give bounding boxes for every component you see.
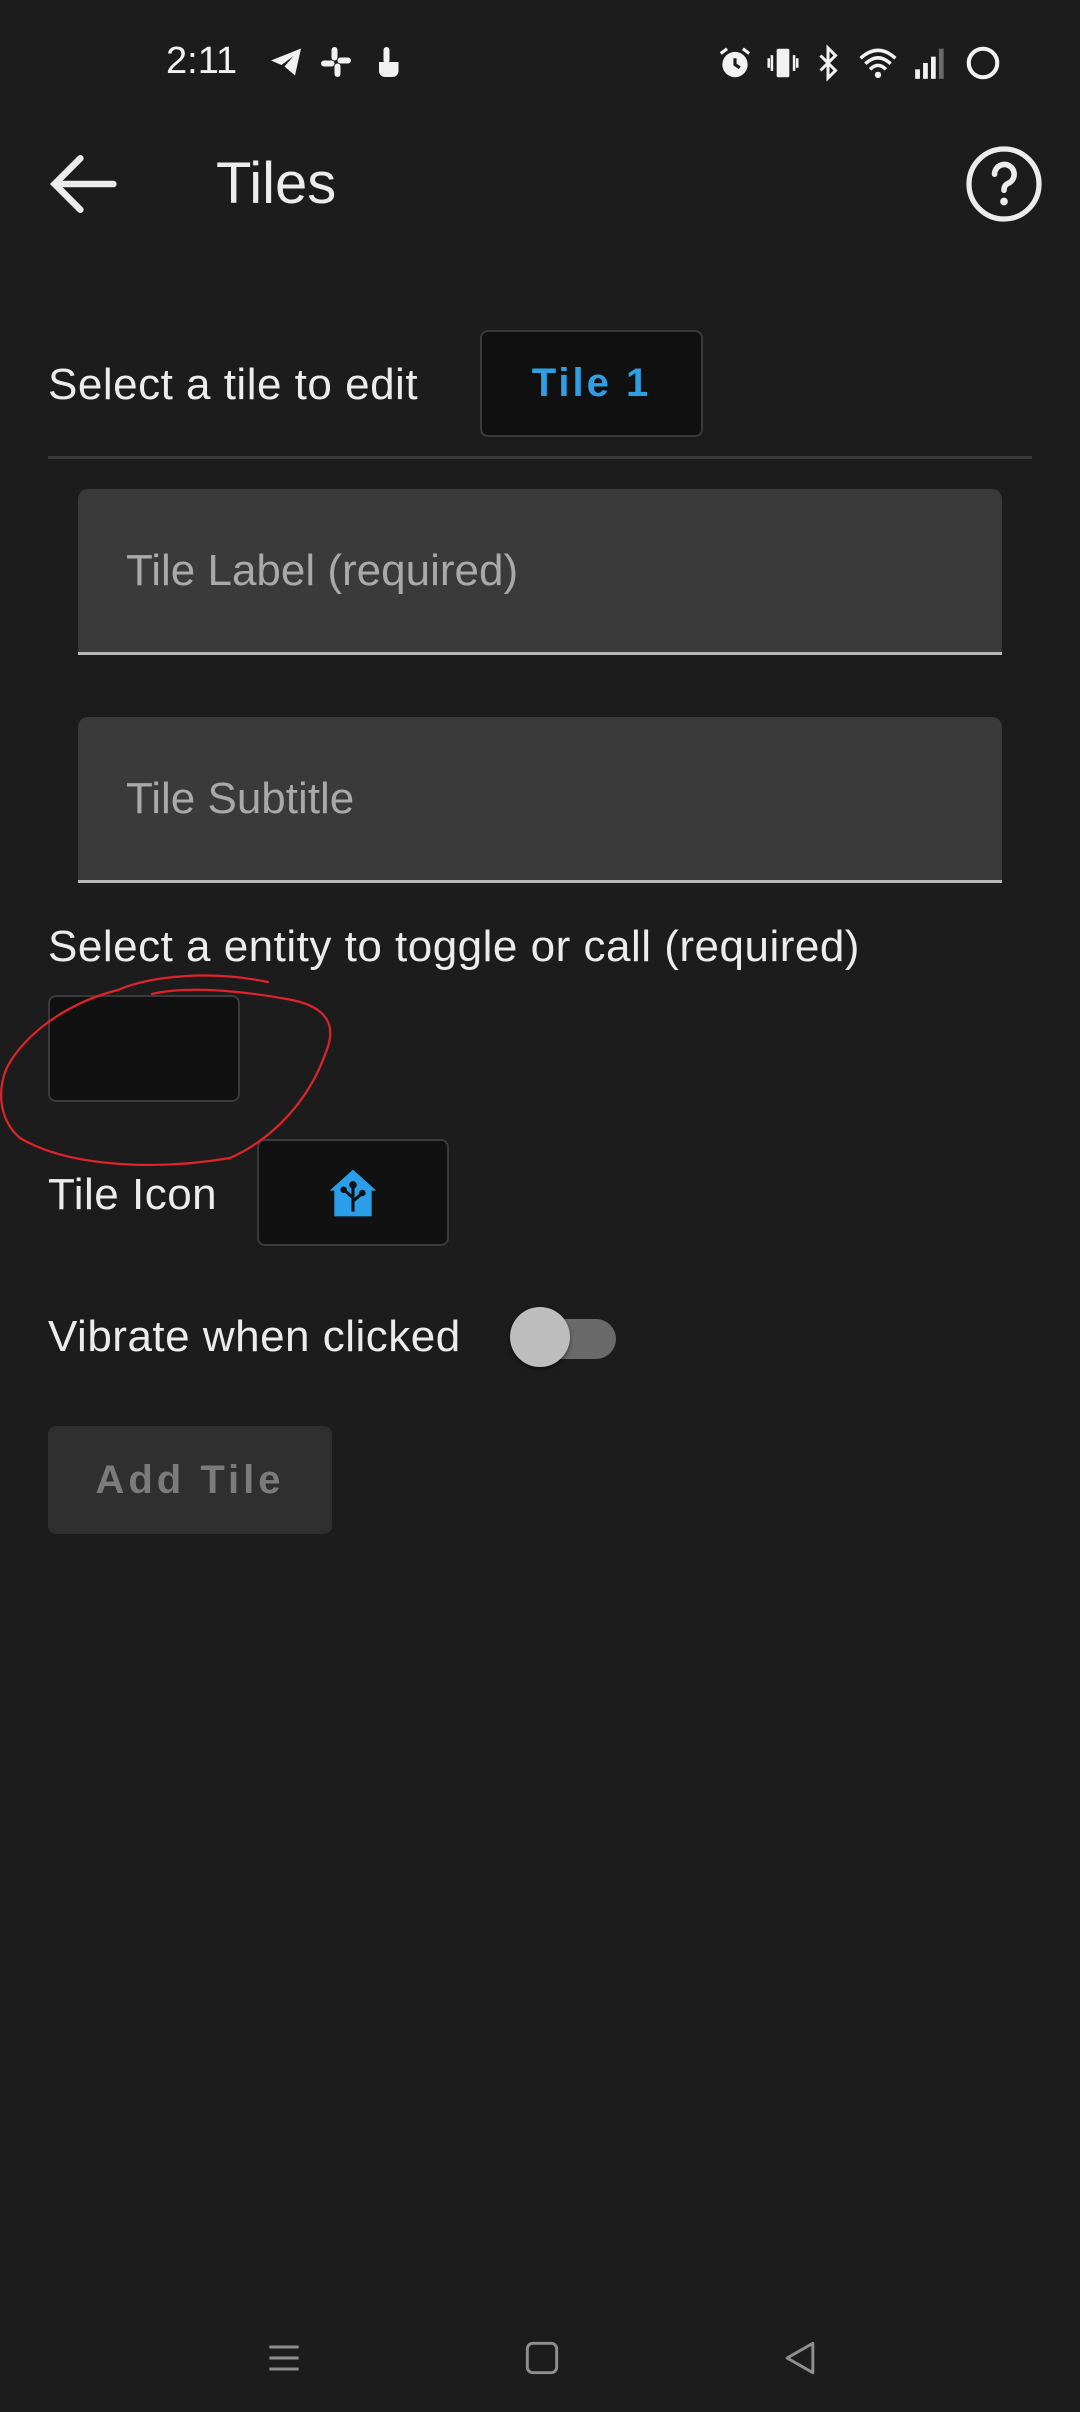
slack-icon bbox=[318, 44, 354, 85]
add-tile-button[interactable]: Add Tile bbox=[48, 1426, 332, 1534]
tile-label-field[interactable] bbox=[78, 489, 1002, 655]
home-assistant-icon bbox=[329, 1169, 377, 1216]
touch-icon bbox=[370, 44, 406, 85]
recents-button[interactable] bbox=[244, 2318, 324, 2398]
app-bar: Tiles bbox=[0, 120, 1080, 244]
bluetooth-icon bbox=[810, 44, 846, 87]
tile-subtitle-field[interactable] bbox=[78, 717, 1002, 883]
entity-label: Select a entity to toggle or call (requi… bbox=[48, 922, 860, 971]
telegram-icon bbox=[268, 44, 304, 85]
help-circle-icon bbox=[966, 146, 1042, 222]
tile-icon-picker[interactable] bbox=[257, 1139, 449, 1246]
vibrate-icon bbox=[764, 44, 802, 87]
nav-back-button[interactable] bbox=[760, 2318, 840, 2398]
signal-icon bbox=[910, 44, 952, 87]
status-time: 2:11 bbox=[166, 40, 238, 82]
recents-icon bbox=[269, 2345, 299, 2371]
screen: 2:11 Tiles Select a tile to edit Tile 1 … bbox=[0, 0, 1080, 2412]
select-tile-label: Select a tile to edit bbox=[48, 360, 419, 409]
vibrate-label: Vibrate when clicked bbox=[48, 1312, 461, 1361]
wifi-icon bbox=[856, 44, 900, 87]
entity-select-dropdown[interactable] bbox=[48, 995, 240, 1102]
status-bar: 2:11 bbox=[0, 0, 1080, 120]
tile-select-dropdown[interactable]: Tile 1 bbox=[480, 330, 703, 437]
vibrate-toggle[interactable] bbox=[510, 1305, 616, 1369]
alarm-icon bbox=[716, 44, 754, 87]
back-icon bbox=[785, 2341, 815, 2375]
home-icon bbox=[525, 2341, 559, 2375]
circle-icon bbox=[964, 44, 1002, 87]
tile-subtitle-input[interactable] bbox=[78, 717, 1002, 880]
home-button[interactable] bbox=[502, 2318, 582, 2398]
toggle-thumb bbox=[510, 1307, 570, 1367]
selected-tile-text: Tile 1 bbox=[531, 361, 652, 405]
back-button[interactable] bbox=[40, 140, 128, 228]
help-button[interactable] bbox=[962, 142, 1046, 226]
tile-label-input[interactable] bbox=[78, 489, 1002, 652]
nav-bar bbox=[0, 2290, 1080, 2412]
divider bbox=[48, 456, 1032, 459]
tile-icon-label: Tile Icon bbox=[48, 1170, 218, 1219]
page-title: Tiles bbox=[216, 151, 337, 216]
arrow-left-icon bbox=[49, 155, 117, 213]
